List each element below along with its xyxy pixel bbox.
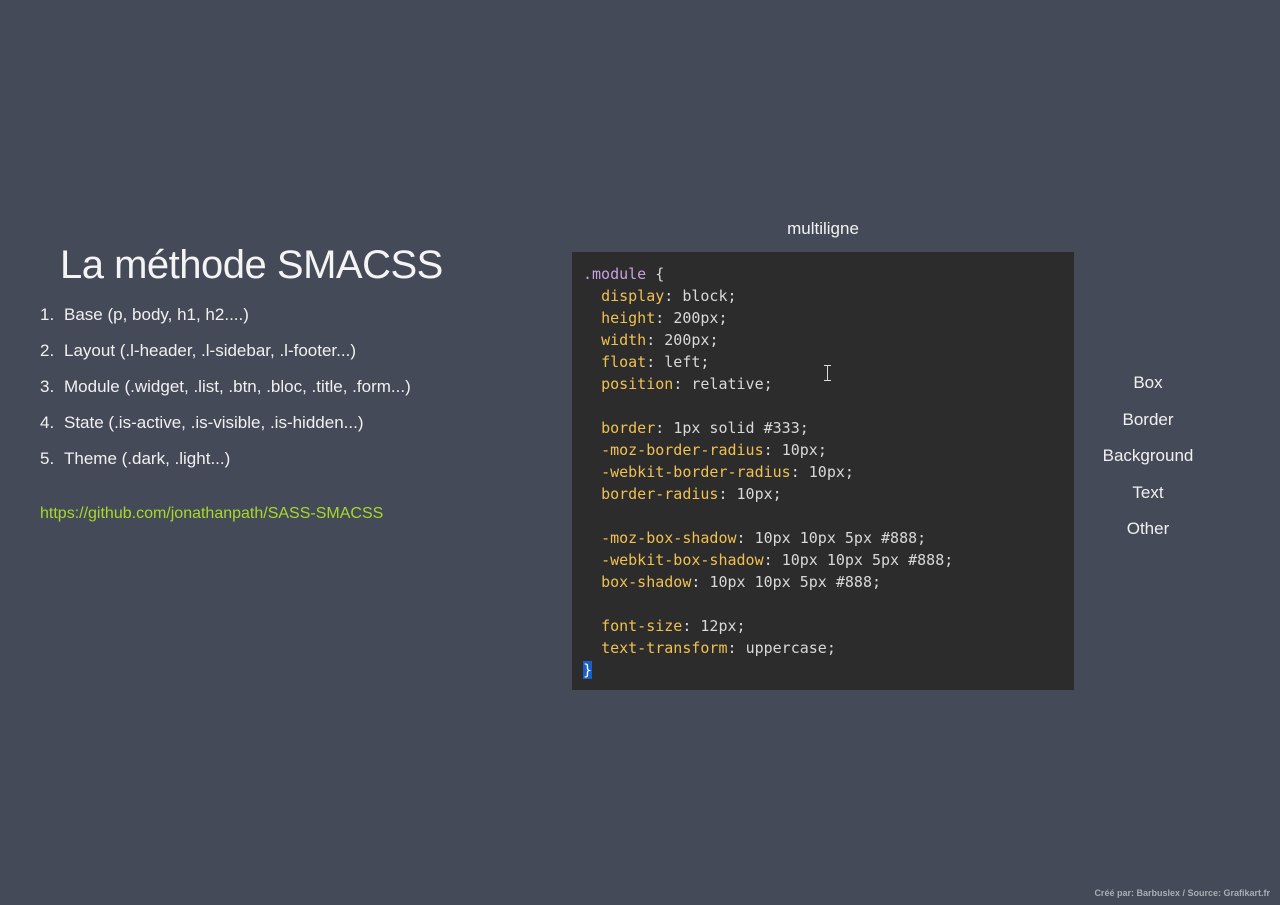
list-item-text: State (.is-active, .is-visible, .is-hidd… (64, 413, 364, 432)
code-line: display: block; (601, 287, 737, 305)
code-value: 10px 10px 5px #888 (709, 573, 872, 591)
code-line: font-size: 12px; (601, 617, 746, 635)
code-value: 200px (664, 331, 710, 349)
code-value: uppercase (745, 639, 827, 657)
category-item: Box (1133, 373, 1163, 392)
code-open-brace: { (655, 265, 665, 283)
code-line: text-transform: uppercase; (601, 639, 836, 657)
list-item-number: 2. (40, 341, 55, 360)
code-property: -webkit-border-radius (601, 463, 791, 481)
category-item: Other (1126, 519, 1170, 538)
category-item: Border (1122, 409, 1174, 429)
code-property: display (601, 287, 665, 305)
code-property: border (601, 419, 656, 437)
list-item: 2. Layout (.l-header, .l-sidebar, .l-foot… (40, 341, 411, 377)
category-item: Text (1132, 482, 1164, 502)
code-value: 10px 10px 5px #888 (754, 529, 918, 547)
code-value: relative (691, 375, 764, 393)
code-line: border: 1px solid #333; (601, 419, 809, 437)
code-line: width: 200px; (601, 331, 719, 349)
code-property: font-size (601, 617, 683, 635)
list-item-number: 1. (40, 305, 55, 324)
code-property: box-shadow (601, 573, 692, 591)
code-line: height: 200px; (601, 309, 728, 327)
list-item-number: 4. (40, 413, 55, 432)
code-line: } (583, 659, 1074, 681)
code-close-brace-selected: } (583, 661, 593, 679)
list-item-text: Theme (.dark, .light...) (64, 449, 231, 468)
code-value: 10px (736, 485, 773, 503)
list-item: 1. Base (p, body, h1, h2....) (40, 305, 411, 341)
code-property: height (601, 309, 656, 327)
code-value: 10px (808, 463, 845, 481)
code-value: 1px solid #333 (673, 419, 800, 437)
code-line: box-shadow: 10px 10px 5px #888; (601, 573, 882, 591)
credit-text: Créé par: Barbuslex / Source: Grafikart.… (1094, 888, 1270, 898)
smacss-categories-list: 1. Base (p, body, h1, h2....) 2. Layout (.… (40, 305, 411, 485)
list-item-number: 3. (40, 377, 55, 396)
code-property: -webkit-box-shadow (601, 551, 764, 569)
code-value: block (682, 287, 728, 305)
code-property: -moz-box-shadow (601, 529, 737, 547)
code-value: 200px (673, 309, 719, 327)
code-value: 10px (781, 441, 818, 459)
category-item: Background (1102, 446, 1194, 465)
code-editor[interactable]: .module { display: block; height: 200px;… (572, 252, 1074, 690)
code-value: 12px (700, 617, 737, 635)
github-repo-link[interactable]: https://github.com/jonathanpath/SASS-SMA… (40, 505, 383, 523)
code-value: left (664, 353, 701, 371)
code-line: -webkit-border-radius: 10px; (601, 463, 854, 481)
code-line: border-radius: 10px; (601, 485, 782, 503)
code-property: border-radius (601, 485, 719, 503)
list-item-number: 5. (40, 449, 55, 468)
list-item: 5. Theme (.dark, .light...) (40, 449, 411, 485)
code-property: width (601, 331, 647, 349)
code-caption: multiligne (787, 219, 859, 238)
code-property: position (601, 375, 674, 393)
slide-title: La méthode SMACSS (60, 243, 443, 287)
code-line: -moz-border-radius: 10px; (601, 441, 827, 459)
code-selector: .module (583, 265, 647, 283)
list-item-text: Layout (.l-header, .l-sidebar, .l-footer… (64, 341, 356, 360)
code-property: float (601, 353, 647, 371)
list-item-text: Base (p, body, h1, h2....) (64, 305, 249, 324)
code-line: .module { (583, 263, 1074, 285)
code-property: text-transform (601, 639, 728, 657)
text-cursor-icon (824, 364, 832, 382)
code-line: -moz-box-shadow: 10px 10px 5px #888; (601, 529, 927, 547)
code-value: 10px 10px 5px #888 (781, 551, 945, 569)
property-categories: Box Border Background Text Other (1090, 373, 1206, 556)
code-line: -webkit-box-shadow: 10px 10px 5px #888; (601, 551, 954, 569)
list-item-text: Module (.widget, .list, .btn, .bloc, .ti… (64, 377, 411, 396)
list-item: 4. State (.is-active, .is-visible, .is-hi… (40, 413, 411, 449)
list-item: 3. Module (.widget, .list, .btn, .bloc, .… (40, 377, 411, 413)
code-property: -moz-border-radius (601, 441, 764, 459)
